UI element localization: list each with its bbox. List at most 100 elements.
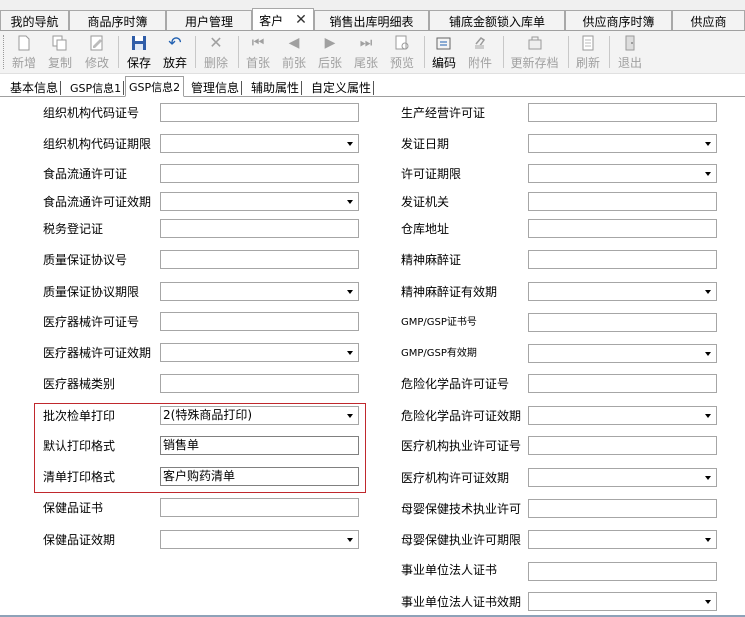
field-label: 母婴保健执业许可期限 <box>401 533 522 547</box>
last-record-button[interactable]: ⏭ 尾张 <box>348 34 384 72</box>
field-label: 食品流通许可证 <box>43 167 128 181</box>
tab-my-navigation[interactable]: 我的导航 <box>0 10 69 31</box>
field-label: 质量保证协议期限 <box>43 285 140 299</box>
prev-record-icon: ◀ <box>288 35 300 51</box>
medical-institution-license-expiry-select[interactable] <box>528 468 717 487</box>
field-label: 保健品证书 <box>43 501 104 515</box>
toolbar: 新增 复制 修改 保存 ↶ 放弃 ✕ 删除 ⏮ 首张 ◀ 前张 ▶ 后张 ⏭ 尾… <box>0 31 745 74</box>
tab-label: 管理信息 <box>191 81 240 95</box>
preview-button[interactable]: 预览 <box>384 34 420 72</box>
tab-basic-info[interactable]: 基本信息 <box>10 78 62 97</box>
preview-label: 预览 <box>389 56 414 70</box>
floppy-disk-icon <box>130 34 148 52</box>
tab-gsp-info-2[interactable]: GSP信息2 <box>125 76 185 97</box>
tab-management-info[interactable]: 管理信息 <box>191 78 243 97</box>
health-product-cert-input[interactable] <box>160 498 359 517</box>
public-institution-cert-input[interactable] <box>528 562 717 581</box>
code-button[interactable]: 编码 <box>426 34 462 72</box>
tab-user-management[interactable]: 用户管理 <box>166 10 252 31</box>
hazardous-chem-license-expiry-select[interactable] <box>528 406 717 425</box>
quality-agreement-no-input[interactable] <box>160 250 359 269</box>
edit-icon <box>88 34 106 52</box>
narcotic-license-input[interactable] <box>528 250 717 269</box>
medical-institution-license-input[interactable] <box>528 436 717 455</box>
field-label: 组织机构代码证期限 <box>43 137 152 151</box>
default-print-format-input[interactable]: 销售单 <box>160 436 359 455</box>
org-code-cert-expiry-select[interactable] <box>160 134 359 153</box>
field-label: 批次检单打印 <box>43 409 116 423</box>
tax-registration-input[interactable] <box>160 219 359 238</box>
field-label: 食品流通许可证效期 <box>43 195 152 209</box>
first-record-button[interactable]: ⏮ 首张 <box>240 34 276 72</box>
warehouse-address-input[interactable] <box>528 219 717 238</box>
maternal-child-license-input[interactable] <box>528 499 717 518</box>
gmp-gsp-cert-input[interactable] <box>528 313 717 332</box>
attachment-button[interactable]: 附件 <box>462 34 498 72</box>
food-license-expiry-select[interactable] <box>160 192 359 211</box>
exit-button[interactable]: 退出 <box>612 34 648 72</box>
medical-device-license-input[interactable] <box>160 312 359 331</box>
maternal-child-license-expiry-select[interactable] <box>528 530 717 549</box>
copy-icon <box>51 34 69 52</box>
hazardous-chem-license-input[interactable] <box>528 374 717 393</box>
tab-label: 辅助属性 <box>251 81 300 95</box>
save-button[interactable]: 保存 <box>121 34 157 72</box>
field-label: 许可证期限 <box>401 167 462 181</box>
field-label: 发证日期 <box>401 137 450 151</box>
first-record-icon: ⏮ <box>251 35 265 51</box>
medical-device-license-expiry-select[interactable] <box>160 343 359 362</box>
production-license-input[interactable] <box>528 103 717 122</box>
update-archive-button[interactable]: 更新存档 <box>507 34 562 72</box>
tab-label: 客户 <box>259 13 284 28</box>
new-document-icon <box>15 34 33 52</box>
tab-supplier[interactable]: 供应商 <box>672 10 745 31</box>
org-code-cert-input[interactable] <box>160 103 359 122</box>
narcotic-license-expiry-select[interactable] <box>528 282 717 301</box>
refresh-button[interactable]: 刷新 <box>570 34 606 72</box>
undo-icon: ↶ <box>168 33 182 52</box>
tab-auxiliary-attributes[interactable]: 辅助属性 <box>251 78 303 97</box>
food-circulation-license-input[interactable] <box>160 164 359 183</box>
tab-consignment-inbound[interactable]: 铺底金额锁入库单 <box>429 10 565 31</box>
tab-sales-outbound-detail[interactable]: 销售出库明细表 <box>314 10 429 31</box>
tab-label: 商品序时簿 <box>87 14 148 29</box>
tab-label: 铺底金额锁入库单 <box>448 14 545 29</box>
first-label: 首张 <box>245 56 270 70</box>
prev-record-button[interactable]: ◀ 前张 <box>276 34 312 72</box>
issuing-authority-input[interactable] <box>528 192 717 211</box>
tab-custom-attributes[interactable]: 自定义属性 <box>311 78 375 97</box>
tab-customer[interactable]: 客户 ✕ <box>252 8 314 31</box>
tab-supplier-journal[interactable]: 供应商序时簿 <box>565 10 672 31</box>
tab-label: 供应商 <box>690 14 727 29</box>
field-label: 组织机构代码证号 <box>43 106 140 120</box>
license-expiry-select[interactable] <box>528 164 717 183</box>
new-button[interactable]: 新增 <box>6 34 42 72</box>
save-label: 保存 <box>126 56 151 70</box>
field-label: 医疗机构许可证效期 <box>401 471 510 485</box>
modify-button[interactable]: 修改 <box>79 34 115 72</box>
new-label: 新增 <box>11 56 36 70</box>
quality-agreement-expiry-select[interactable] <box>160 282 359 301</box>
tab-gsp-info-1[interactable]: GSP信息1 <box>70 78 125 97</box>
issue-date-select[interactable] <box>528 134 717 153</box>
field-label: 危险化学品许可证效期 <box>401 409 522 423</box>
medical-device-category-input[interactable] <box>160 374 359 393</box>
field-label: 医疗器械许可证效期 <box>43 346 152 360</box>
field-label: 母婴保健技术执业许可 <box>401 502 522 516</box>
public-institution-cert-expiry-select[interactable] <box>528 592 717 611</box>
modify-label: 修改 <box>84 56 109 70</box>
tab-product-journal[interactable]: 商品序时簿 <box>69 10 166 31</box>
close-icon[interactable]: ✕ <box>295 12 307 28</box>
discard-button[interactable]: ↶ 放弃 <box>157 34 193 72</box>
field-label: 医疗器械类别 <box>43 377 116 391</box>
list-print-format-input[interactable]: 客户购药清单 <box>160 467 359 486</box>
next-record-button[interactable]: ▶ 后张 <box>312 34 348 72</box>
delete-button[interactable]: ✕ 删除 <box>198 34 234 72</box>
tab-label: 基本信息 <box>10 81 59 95</box>
batch-check-print-select[interactable]: 2(特殊商品打印) <box>160 406 359 425</box>
sub-tab-bar: 基本信息 GSP信息1 GSP信息2 管理信息 辅助属性 自定义属性 <box>0 75 745 97</box>
health-product-cert-expiry-select[interactable] <box>160 530 359 549</box>
copy-button[interactable]: 复制 <box>42 34 78 72</box>
gmp-gsp-expiry-select[interactable] <box>528 344 717 363</box>
next-record-icon: ▶ <box>324 35 336 51</box>
